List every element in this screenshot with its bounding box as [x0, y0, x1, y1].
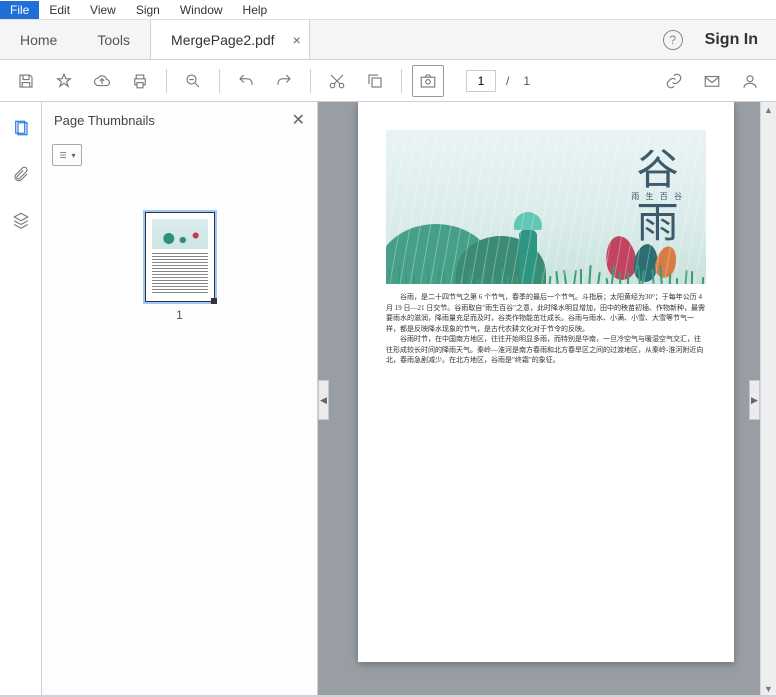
menu-help[interactable]: Help	[233, 1, 278, 19]
tab-close-button[interactable]: ×	[293, 32, 301, 48]
scroll-up-icon[interactable]: ▲	[761, 102, 776, 118]
sign-in-button[interactable]: Sign In	[705, 31, 758, 49]
menu-edit[interactable]: Edit	[39, 1, 80, 19]
main-area: Page Thumbnails ✕ ▾ 1 ◀ ▶	[0, 102, 776, 697]
attachments-rail-icon[interactable]	[9, 162, 33, 186]
thumbnail-page-number: 1	[176, 308, 183, 322]
mail-icon[interactable]	[696, 65, 728, 97]
thumbnail-panel-title: Page Thumbnails	[54, 113, 155, 128]
redo-icon[interactable]	[268, 65, 300, 97]
print-icon[interactable]	[124, 65, 156, 97]
tab-document[interactable]: MergePage2.pdf ×	[150, 20, 310, 59]
collapse-right-handle[interactable]: ▶	[749, 380, 760, 420]
vertical-scrollbar[interactable]: ▲ ▼	[760, 102, 776, 697]
page-number-input[interactable]	[466, 70, 496, 92]
zoom-out-icon[interactable]	[177, 65, 209, 97]
menu-window[interactable]: Window	[170, 1, 233, 19]
link-icon[interactable]	[658, 65, 690, 97]
tab-tools[interactable]: Tools	[77, 20, 150, 59]
menu-file[interactable]: File	[0, 1, 39, 19]
thumbnail-options-button[interactable]: ▾	[52, 144, 82, 166]
copy-icon[interactable]	[359, 65, 391, 97]
illustration-title: 谷 雨 生 百 谷 雨	[631, 148, 684, 247]
page-total: 1	[519, 74, 534, 88]
toolbar: / 1	[0, 60, 776, 102]
page-sep: /	[502, 74, 513, 88]
page-thumbnail[interactable]	[145, 212, 215, 302]
tab-bar: Home Tools MergePage2.pdf × ? Sign In	[0, 20, 776, 60]
save-icon[interactable]	[10, 65, 42, 97]
page-paragraph-1: 谷雨，是二十四节气之第 6 个节气，春季的最后一个节气。斗指辰；太阳黄经为30°…	[386, 292, 706, 334]
thumbnail-resize-handle[interactable]	[211, 298, 217, 304]
document-viewport[interactable]: ◀ ▶ 谷 雨 生 百 谷 雨 谷雨，是二十四节气之第 6 个节气，春季的最后一…	[318, 102, 776, 697]
thumbnail-panel-close[interactable]: ✕	[292, 110, 305, 130]
layers-rail-icon[interactable]	[9, 208, 33, 232]
menu-sign[interactable]: Sign	[126, 1, 170, 19]
snapshot-icon[interactable]	[412, 65, 444, 97]
collapse-left-handle[interactable]: ◀	[318, 380, 329, 420]
cloud-upload-icon[interactable]	[86, 65, 118, 97]
page-paragraph-2: 谷雨时节，在中国南方地区，往往开始明显多雨，而特别是华南，一旦冷空气与暖湿空气交…	[386, 334, 706, 366]
thumbnails-rail-icon[interactable]	[9, 116, 33, 140]
undo-icon[interactable]	[230, 65, 262, 97]
tab-document-label: MergePage2.pdf	[171, 32, 275, 48]
help-icon[interactable]: ?	[663, 30, 683, 50]
left-rail	[0, 102, 42, 697]
account-icon[interactable]	[734, 65, 766, 97]
star-icon[interactable]	[48, 65, 80, 97]
menu-bar: File Edit View Sign Window Help	[0, 0, 776, 20]
document-page: 谷 雨 生 百 谷 雨 谷雨，是二十四节气之第 6 个节气，春季的最后一个节气。…	[358, 102, 734, 662]
cut-icon[interactable]	[321, 65, 353, 97]
thumbnail-panel: Page Thumbnails ✕ ▾ 1	[42, 102, 318, 697]
tab-home[interactable]: Home	[0, 20, 77, 59]
menu-view[interactable]: View	[80, 1, 126, 19]
page-illustration: 谷 雨 生 百 谷 雨	[386, 130, 706, 284]
